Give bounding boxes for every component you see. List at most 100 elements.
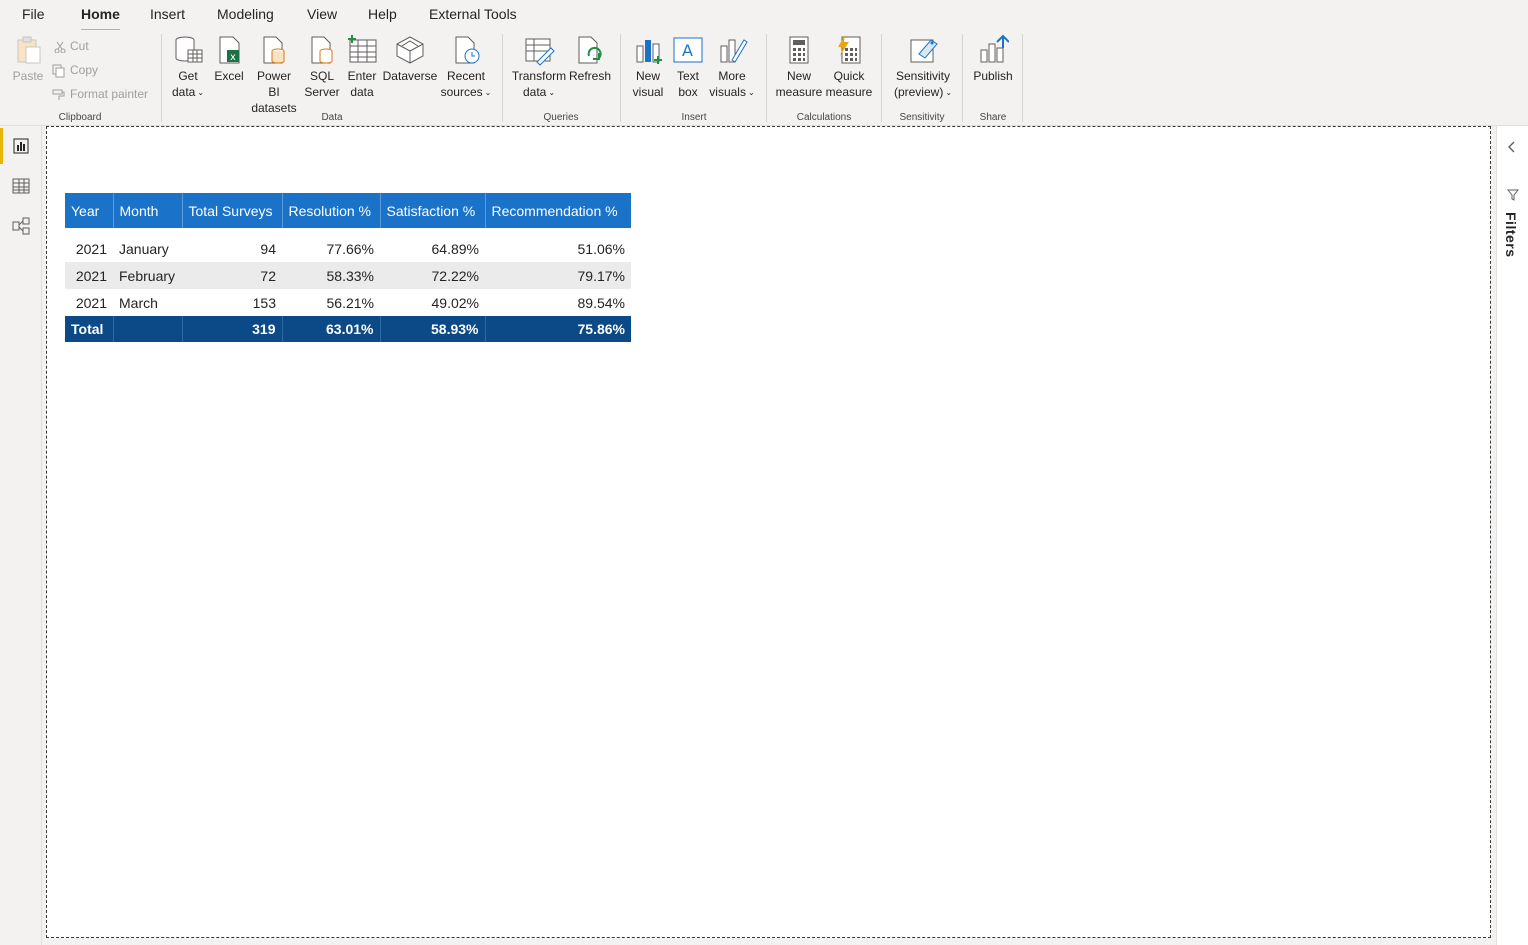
tab-view[interactable]: View (307, 6, 337, 30)
quick-measure-icon (838, 35, 861, 64)
text-box-button[interactable]: A Text box (671, 34, 705, 100)
model-view-button[interactable] (0, 206, 42, 246)
power-bi-datasets-button[interactable]: Power BI datasets (250, 34, 298, 116)
svg-text:A: A (682, 41, 693, 60)
table-cell (113, 316, 183, 342)
publish-button[interactable]: Publish (971, 34, 1015, 84)
ribbon: Paste Cut Copy Format painter Clipboard … (0, 30, 1528, 126)
clipboard-group: Paste Cut Copy Format painter Clipboard (0, 30, 160, 126)
format-painter-button[interactable]: Format painter (52, 84, 148, 104)
sensitivity-group-label: Sensitivity (899, 112, 945, 123)
refresh-button[interactable]: Refresh (569, 34, 611, 84)
table-cell: February (113, 262, 182, 289)
share-group-label: Share (979, 112, 1007, 123)
new-visual-icon (636, 40, 662, 64)
group-divider (1022, 34, 1023, 122)
table-cell: 64.89% (431, 240, 479, 257)
recent-sources-icon (455, 36, 480, 64)
tab-file[interactable]: File (22, 6, 45, 30)
column-header[interactable]: Recommendation % (485, 193, 631, 228)
column-header[interactable]: Month (113, 193, 183, 228)
tab-home[interactable]: Home (81, 6, 120, 32)
column-header[interactable]: Resolution % (282, 193, 381, 228)
quick-measure-button[interactable]: Quick measure (825, 34, 873, 100)
tab-insert[interactable]: Insert (150, 6, 185, 30)
table-cell: 58.33% (282, 262, 380, 289)
table-cell: March (119, 294, 158, 311)
table-cell: 94 (260, 240, 276, 257)
column-header[interactable]: Total Surveys (182, 193, 283, 228)
data-view-icon (12, 178, 30, 194)
sensitivity-label-icon (910, 39, 938, 63)
tab-modeling[interactable]: Modeling (217, 6, 274, 30)
view-switcher-rail (0, 126, 42, 945)
dataverse-button[interactable]: Dataverse (382, 34, 438, 84)
table-header-row: Year Month Total Surveys Resolution % Sa… (65, 193, 631, 228)
table-cell: 79.17% (485, 262, 631, 289)
table-cell: 56.21% (326, 294, 374, 311)
calculations-group-label: Calculations (796, 112, 852, 123)
total-cell: 63.01% (282, 316, 381, 342)
datasets-icon (263, 36, 285, 64)
tab-external-tools[interactable]: External Tools (429, 6, 517, 30)
new-measure-button[interactable]: New measure (775, 34, 823, 100)
table-cell: 51.06% (577, 240, 625, 257)
report-view-button[interactable] (0, 126, 42, 166)
table-cell: 89.54% (577, 294, 625, 311)
paste-button[interactable]: Paste (10, 34, 46, 84)
chevron-down-icon: ⌄ (945, 87, 953, 97)
table-row[interactable]: 2021 January 94 77.66% 64.89% 51.06% (65, 235, 631, 262)
recent-sources-button[interactable]: Recent sources ⌄ (440, 34, 492, 101)
cut-button[interactable]: Cut (54, 36, 89, 56)
column-header[interactable]: Year (65, 193, 114, 228)
filters-label[interactable]: Filters (1503, 212, 1519, 258)
total-label: Total (65, 316, 114, 342)
copy-button[interactable]: Copy (52, 60, 98, 80)
copy-icon (52, 64, 65, 78)
new-visual-button[interactable]: New visual (629, 34, 667, 100)
transform-data-icon (525, 38, 555, 66)
total-cell: 75.86% (485, 316, 631, 342)
data-view-button[interactable] (0, 166, 42, 206)
table-cell: January (119, 240, 169, 257)
sql-server-button[interactable]: SQL Server (302, 34, 342, 100)
report-canvas: Year Month Total Surveys Resolution % Sa… (42, 126, 1496, 945)
get-data-button[interactable]: Get data ⌄ (168, 34, 208, 101)
publish-icon (980, 34, 1009, 63)
table-total-row[interactable]: Total 319 63.01% 58.93% 75.86% (65, 316, 631, 342)
refresh-icon (578, 36, 602, 64)
total-cell: 319 (182, 316, 283, 342)
column-header[interactable]: Satisfaction % (380, 193, 486, 228)
report-page[interactable]: Year Month Total Surveys Resolution % Sa… (46, 126, 1491, 938)
more-visuals-button[interactable]: More visuals ⌄ (709, 34, 755, 101)
database-icon (175, 36, 203, 63)
paste-icon (17, 36, 41, 64)
menu-bar: File Home Insert Modeling View Help Exte… (0, 0, 1528, 32)
transform-data-button[interactable]: Transform data ⌄ (511, 34, 567, 101)
report-view-icon (13, 138, 29, 154)
tab-help[interactable]: Help (368, 6, 397, 30)
table-row[interactable]: 2021 March 153 56.21% 49.02% 89.54% (65, 289, 631, 316)
insert-group-label: Insert (681, 112, 707, 123)
expand-pane-button[interactable] (1506, 140, 1518, 159)
calculator-icon (789, 36, 809, 64)
filters-pane: Filters (1496, 126, 1528, 945)
filter-icon (1506, 188, 1520, 206)
data-group-label: Data (321, 112, 343, 123)
table-plus-icon (348, 35, 377, 63)
survey-matrix-table[interactable]: Year Month Total Surveys Resolution % Sa… (65, 193, 631, 342)
sql-server-icon (311, 36, 333, 64)
sensitivity-button[interactable]: Sensitivity (preview) ⌄ (890, 34, 956, 101)
table-row[interactable]: 2021 February 72 58.33% 72.22% 79.17% (65, 262, 631, 289)
enter-data-button[interactable]: Enter data (346, 34, 378, 100)
svg-text:x: x (230, 52, 236, 63)
table-cell: 2021 (75, 240, 107, 257)
chevron-down-icon: ⌄ (747, 87, 755, 97)
model-view-icon (12, 217, 30, 235)
chevron-left-icon (1508, 141, 1515, 153)
queries-group: Transform data ⌄ Refresh Queries (503, 30, 619, 126)
calculations-group: New measure Quick measure Calculations (767, 30, 881, 126)
total-cell: 58.93% (380, 316, 486, 342)
sensitivity-group: Sensitivity (preview) ⌄ Sensitivity (882, 30, 962, 126)
excel-button[interactable]: x Excel (212, 34, 246, 84)
